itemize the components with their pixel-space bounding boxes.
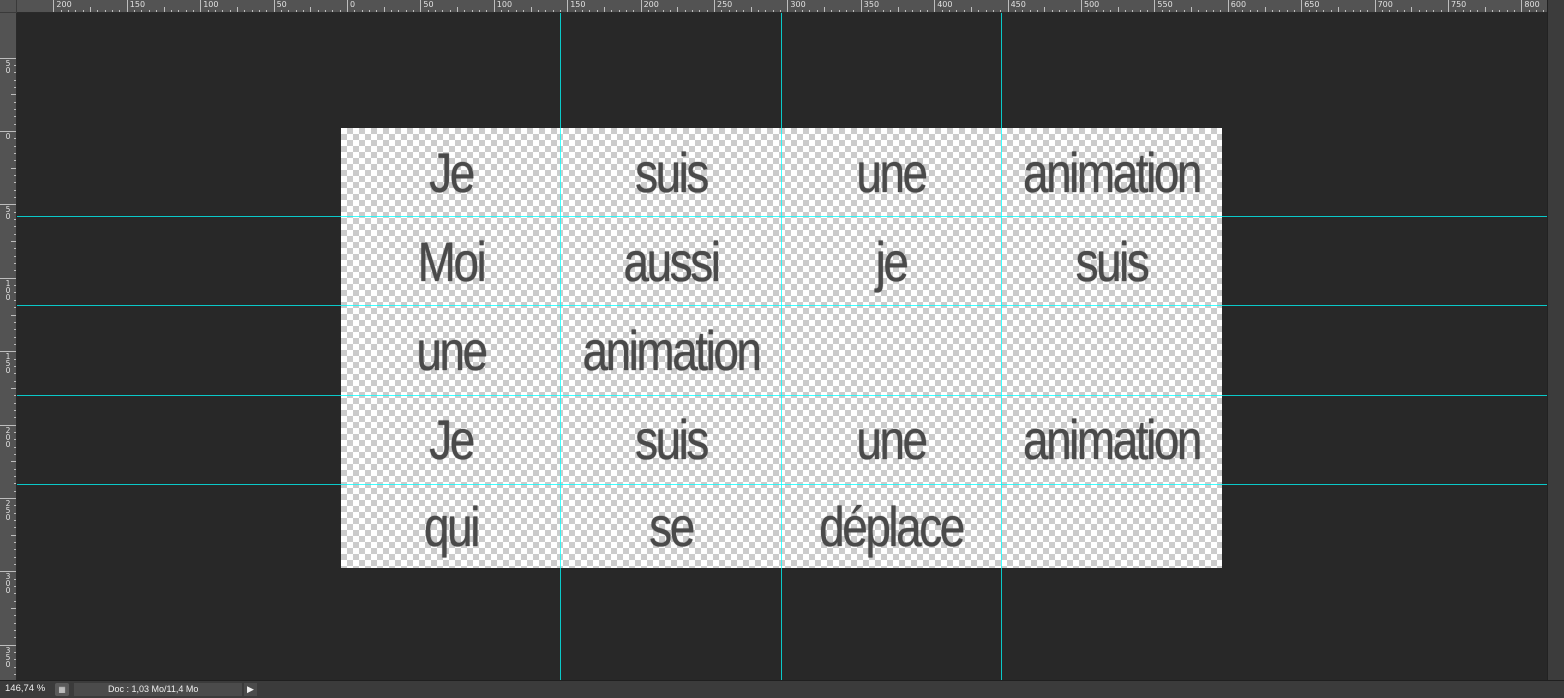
cell-r1-c3: une (856, 141, 928, 204)
vertical-ruler[interactable]: 50 0 50 100 150 200 250 300 350 (0, 13, 17, 680)
ruler-label: 250 (717, 0, 733, 9)
ruler-label: 250 (5, 499, 11, 522)
cell-r1-c1: Je (429, 141, 475, 204)
cell-r3-c3 (801, 306, 981, 395)
ruler-major-tick (347, 0, 348, 12)
ruler-label: 150 (5, 352, 11, 376)
horizontal-guide[interactable] (17, 216, 1547, 217)
ruler-label: 200 (643, 0, 659, 9)
ruler-major-tick (1081, 0, 1082, 12)
ruler-label: 300 (790, 0, 806, 9)
ruler-major-tick (200, 0, 202, 12)
status-bar-spacer (260, 683, 1562, 696)
vertical-guide[interactable] (560, 13, 561, 680)
ruler-label: 200 (56, 0, 72, 9)
ruler-label: 650 (1304, 0, 1320, 9)
ruler-label: 300 (5, 572, 11, 596)
ruler-label: 150 (570, 0, 586, 9)
ruler-label: 350 (5, 645, 11, 669)
ruler-label: 0 (5, 132, 11, 141)
ruler-major-tick (860, 0, 862, 12)
ruler-major-tick (1521, 0, 1523, 12)
ruler-label: 50 (276, 0, 287, 9)
ruler-major-tick (420, 0, 422, 12)
vertical-scrollbar[interactable] (1547, 0, 1564, 680)
ruler-major-tick (640, 0, 642, 12)
ruler-label: 50 (5, 205, 11, 222)
ruler-label: 350 (863, 0, 880, 9)
ruler-label: 400 (937, 0, 953, 9)
ruler-major-tick (493, 0, 495, 12)
ruler-major-tick (934, 0, 936, 12)
cell-r2-c4: suis (1075, 230, 1150, 293)
ruler-label: 450 (1010, 0, 1026, 9)
ruler-major-tick (567, 0, 569, 12)
horizontal-ruler[interactable]: 200 150 100 50 0 50 100 150 200 250 300 350 400 450 50… (17, 0, 1547, 13)
cell-r4-c4: animation (1023, 408, 1202, 471)
horizontal-guide[interactable] (17, 305, 1547, 306)
ruler-label: 800 (1524, 0, 1540, 9)
ruler-label: 150 (129, 0, 146, 9)
ruler-label: 500 (1084, 0, 1100, 9)
ruler-major-tick (1374, 0, 1376, 12)
ruler-major-tick (53, 0, 55, 12)
ruler-major-tick (126, 0, 128, 12)
ruler-label: 50 (5, 58, 11, 75)
cell-r1-c2: suis (635, 141, 709, 204)
ruler-label: 700 (1377, 0, 1393, 9)
cell-r5-c3: déplace (819, 494, 965, 558)
photoshop-workspace: 200 150 100 50 0 50 100 150 200 250 300 350 400 450 50… (0, 0, 1564, 698)
ruler-major-tick (1301, 0, 1303, 12)
zoom-field[interactable]: 146,74 % (2, 683, 55, 695)
ruler-origin[interactable] (0, 0, 17, 13)
ruler-label: 100 (203, 0, 219, 9)
vertical-guide[interactable] (1001, 13, 1002, 680)
horizontal-guide[interactable] (17, 484, 1547, 485)
ruler-label: 100 (496, 0, 513, 9)
ruler-label: 200 (5, 425, 11, 449)
cell-r5-c4 (1021, 484, 1202, 568)
ruler-major-tick (714, 0, 715, 12)
cell-r2-c1: Moi (417, 230, 487, 293)
ruler-major-tick (1154, 0, 1156, 12)
cell-r3-c1: une (416, 319, 488, 382)
status-menu-arrow-icon[interactable]: ▶ (244, 683, 257, 696)
cell-r3-c4 (1021, 306, 1202, 395)
horizontal-guide[interactable] (17, 395, 1547, 396)
cell-r2-c3: je (875, 230, 909, 293)
doc-size-info: Doc : 1,03 Mo/11,4 Mo (74, 683, 242, 696)
cell-r5-c2: se (649, 494, 695, 558)
cell-r2-c2: aussi (623, 230, 721, 293)
ruler-label: 50 (423, 0, 434, 9)
ruler-label: 550 (1157, 0, 1173, 9)
vertical-guide[interactable] (781, 13, 782, 680)
ruler-label: 750 (1451, 0, 1467, 9)
ruler-label: 600 (1230, 0, 1247, 9)
cell-r3-c2: animation (582, 319, 762, 382)
ruler-major-tick (273, 0, 275, 12)
cell-r4-c1: Je (429, 408, 475, 471)
cell-r4-c2: suis (635, 408, 709, 471)
cell-r5-c1: qui (424, 494, 480, 558)
status-bar: 146,74 % ▦ Doc : 1,03 Mo/11,4 Mo ▶ (0, 680, 1564, 698)
ruler-major-tick (1227, 0, 1229, 12)
doc-info-icon[interactable]: ▦ (55, 683, 69, 696)
ruler-major-tick (1007, 0, 1009, 12)
ruler-major-tick (787, 0, 789, 12)
ruler-label: 100 (5, 278, 11, 302)
cell-r4-c3: une (856, 408, 928, 471)
ruler-label: 0 (350, 0, 356, 9)
ruler-major-tick (1448, 0, 1449, 12)
cell-r1-c4: animation (1023, 141, 1202, 204)
